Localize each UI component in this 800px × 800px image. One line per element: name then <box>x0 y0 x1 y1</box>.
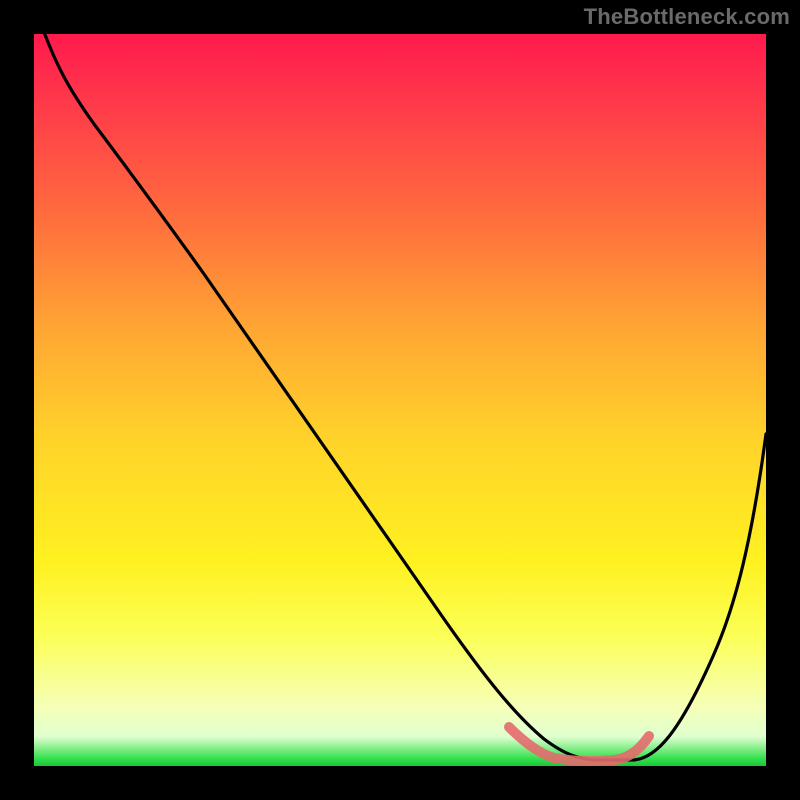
optimal-range-highlight <box>509 727 649 761</box>
plot-area <box>34 34 766 766</box>
bottleneck-curve-path <box>34 34 766 760</box>
curve-layer <box>34 34 766 766</box>
chart-frame: TheBottleneck.com <box>0 0 800 800</box>
watermark-text: TheBottleneck.com <box>584 4 790 30</box>
